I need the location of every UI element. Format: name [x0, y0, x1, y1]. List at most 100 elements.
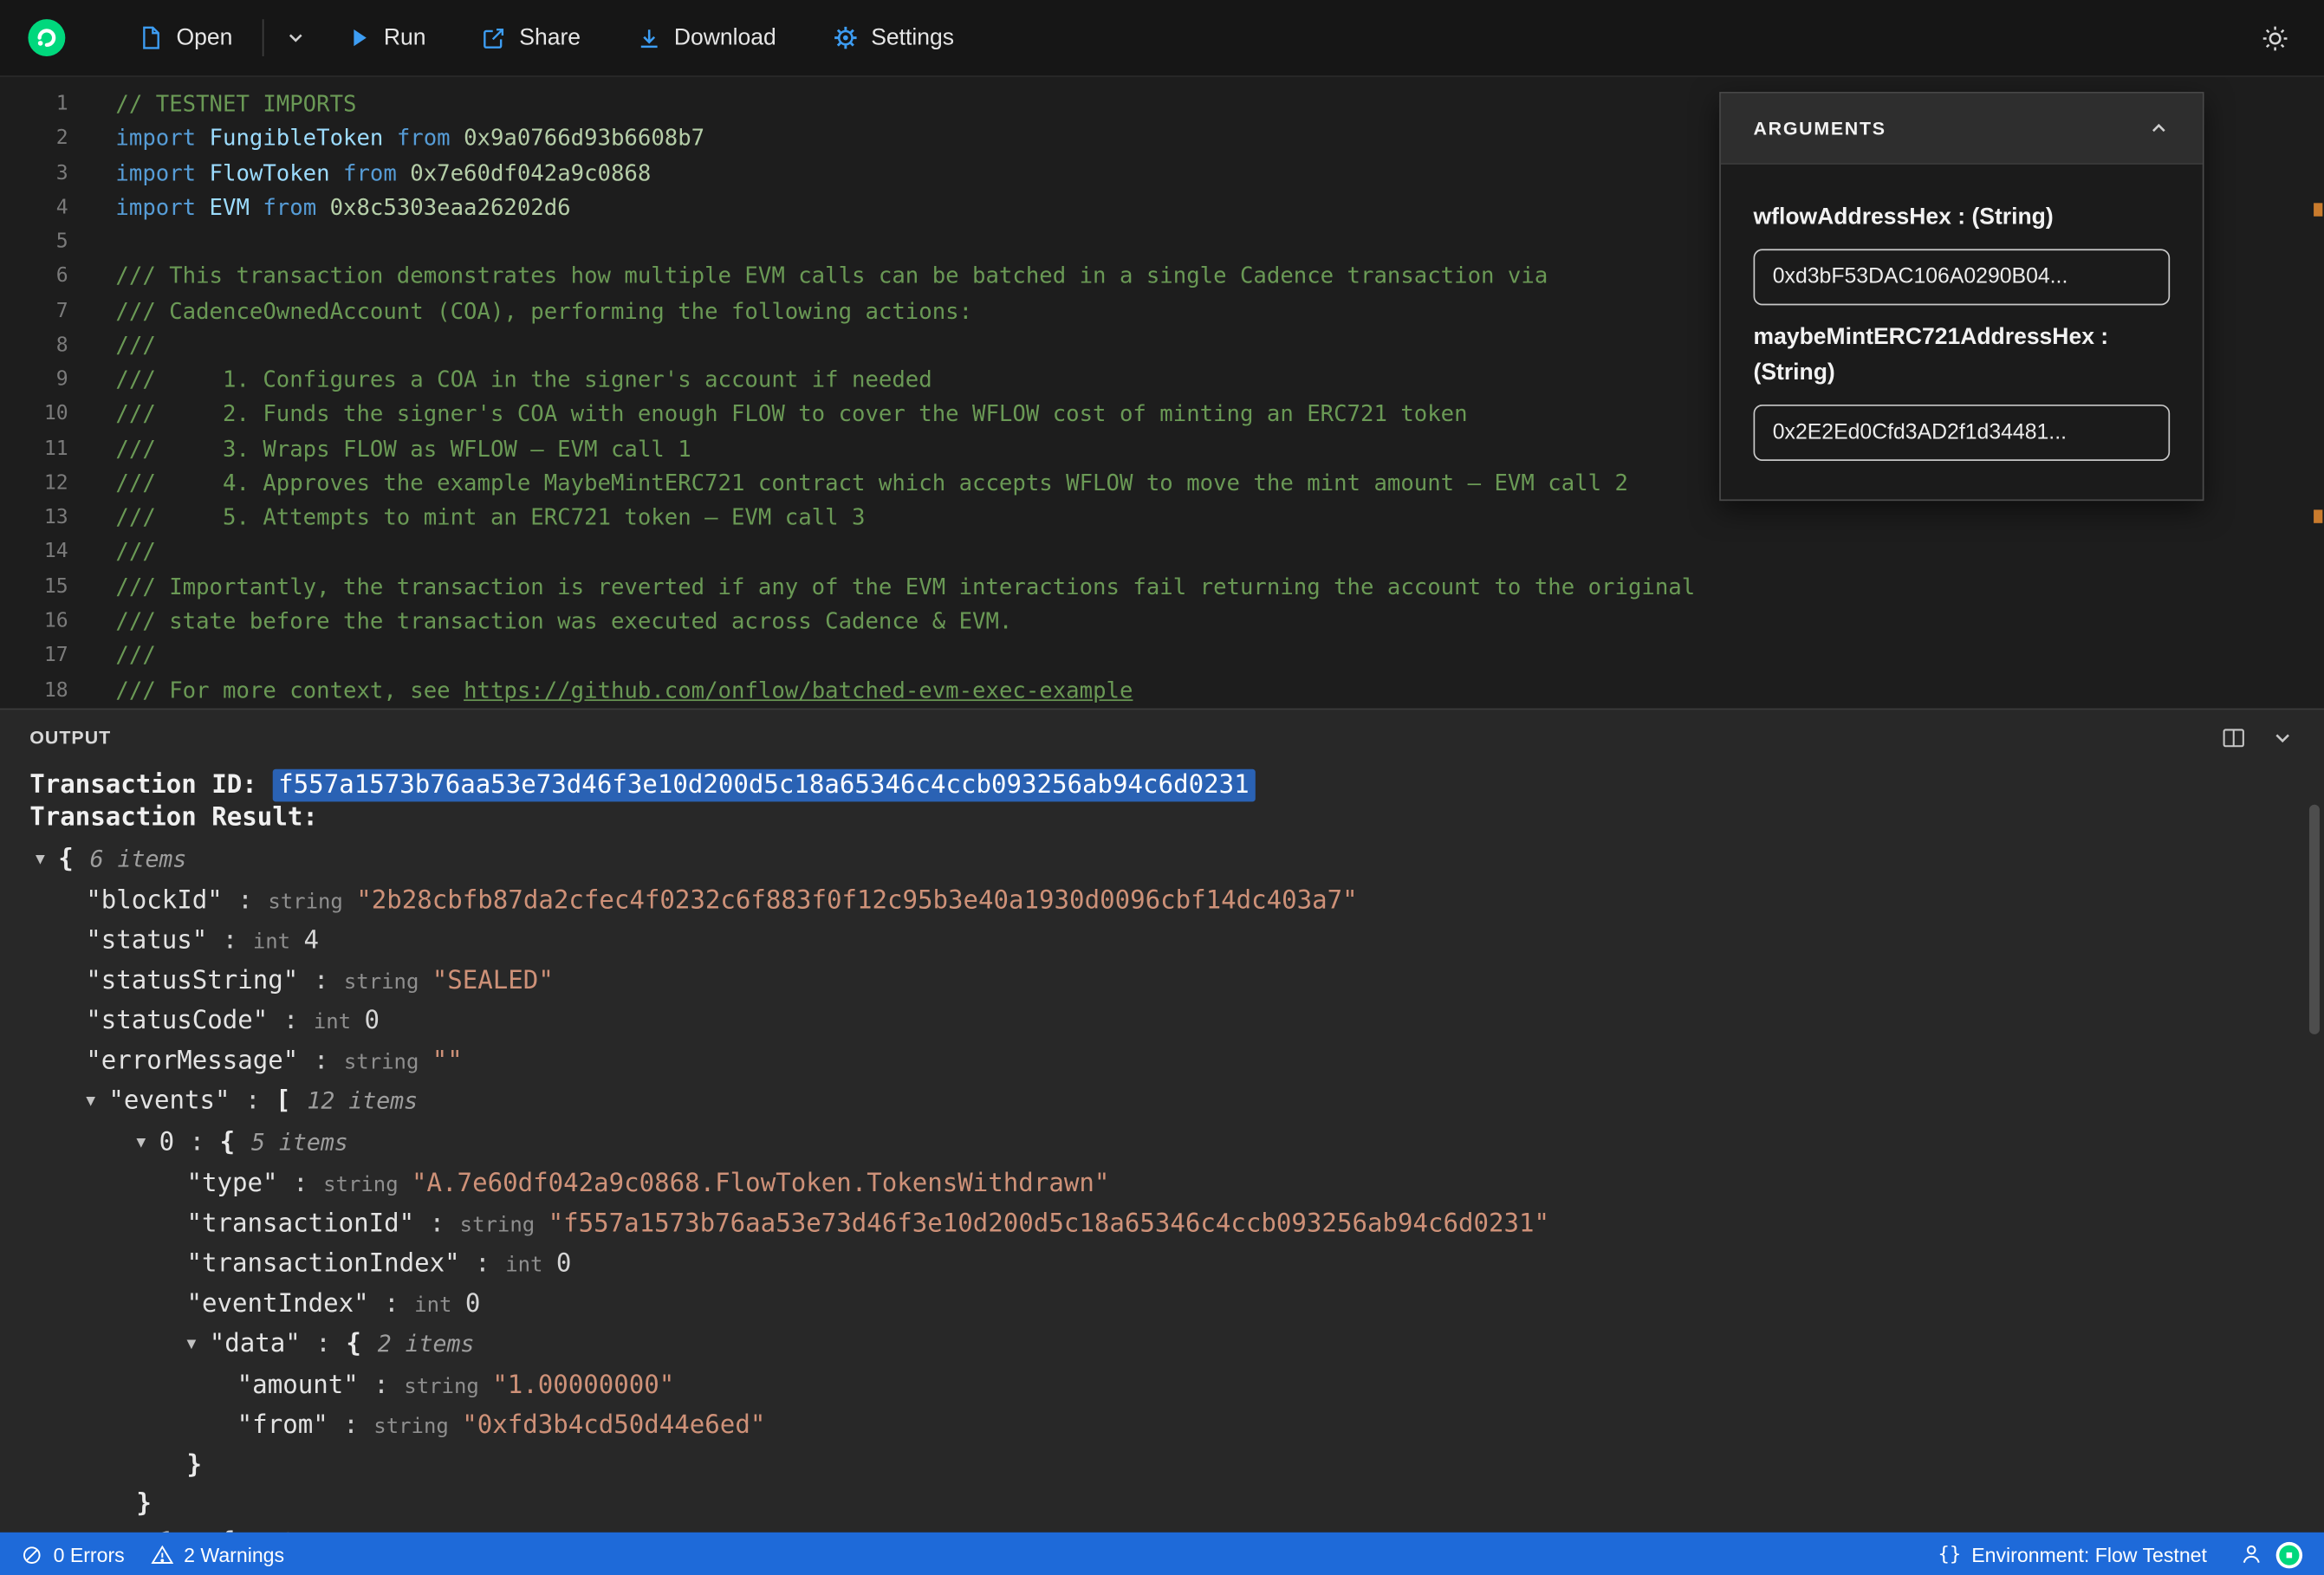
tree-type: string [268, 891, 343, 915]
transaction-id-label: Transaction ID: [29, 770, 273, 800]
tree-toggle-icon[interactable]: ▼ [36, 840, 45, 878]
warnings-count-label: 2 Warnings [184, 1543, 285, 1566]
code-line: 17 /// [0, 639, 2324, 674]
tree-str: "1.00000000" [492, 1371, 675, 1401]
tree-key: "eventIndex" [186, 1289, 369, 1319]
code-line: 18 /// For more context, see https://gith… [0, 673, 2324, 708]
code-token: 0x9a0766d93b6608b7 [464, 125, 705, 152]
share-icon [483, 26, 506, 49]
environment-status[interactable]: {} Environment: Flow Testnet [1938, 1543, 2207, 1565]
tree-str: "SEALED" [432, 966, 554, 996]
code-token: import [115, 125, 197, 152]
tree-toggle-icon[interactable]: ▼ [136, 1124, 146, 1162]
code-text: /// This transaction demonstrates how mu… [68, 260, 1548, 295]
output-panel: OUTPUT Transaction ID: f557a1573b76aa53e… [0, 708, 2324, 1533]
arguments-panel-header[interactable]: ARGUMENTS [1720, 93, 2203, 165]
argument-input[interactable] [1753, 249, 2171, 306]
code-line: 15 /// Importantly, the transaction is re… [0, 570, 2324, 605]
theme-toggle-button[interactable] [2259, 18, 2292, 56]
line-number: 17 [43, 643, 68, 668]
tree-colon: : [358, 1371, 405, 1401]
flow-logo-icon[interactable] [27, 18, 67, 58]
collapse-output-chevron-icon[interactable] [2270, 726, 2294, 749]
code-line: 16 /// state before the transaction was e… [0, 605, 2324, 639]
line-number: 7 [55, 298, 68, 323]
code-text: /// [68, 639, 155, 674]
warnings-status[interactable]: 2 Warnings [151, 1543, 284, 1565]
download-button[interactable]: Download [634, 18, 780, 56]
feedback-person-icon[interactable] [2240, 1543, 2263, 1566]
run-button[interactable]: Run [345, 18, 429, 56]
tree-key: "blockId" [86, 885, 223, 917]
tree-type: string [343, 970, 419, 995]
share-button[interactable]: Share [479, 18, 583, 56]
line-number: 18 [43, 677, 68, 702]
tree-type: string [343, 1050, 419, 1075]
code-text: import FungibleToken from 0x9a0766d93b66… [68, 122, 704, 157]
output-body[interactable]: Transaction ID: f557a1573b76aa53e73d46f3… [0, 766, 2324, 1533]
code-token: /// [115, 538, 156, 566]
code-token: /// 1. Configures a COA in the signer's … [115, 366, 932, 393]
tree-key: "amount" [237, 1371, 359, 1401]
argument-input[interactable] [1753, 404, 2171, 461]
json-tree-row: } [0, 1485, 2324, 1523]
tree-type: int [414, 1293, 452, 1318]
tree-toggle-icon[interactable]: ▼ [136, 1523, 146, 1532]
output-scrollbar-thumb[interactable] [2308, 804, 2320, 1034]
overview-warning-mark [2314, 509, 2323, 523]
code-token: from [396, 125, 451, 152]
tree-str: "0xfd3b4cd50d44e6ed" [462, 1410, 766, 1441]
download-button-label: Download [673, 24, 776, 50]
line-number: 9 [55, 367, 68, 392]
code-token: // TESTNET IMPORTS [115, 90, 357, 118]
code-link[interactable]: https://github.com/onflow/batched-evm-ex… [464, 677, 1133, 703]
tree-brace: { [219, 1127, 236, 1157]
json-tree-row: "type" : string "A.7e60df042a9c0868.FlowT… [0, 1164, 2324, 1204]
error-circle-slash-icon [21, 1543, 43, 1565]
chevron-up-icon[interactable] [2148, 117, 2171, 139]
code-token: /// 2. Funds the signer's COA with enoug… [115, 400, 1468, 428]
json-tree: ▼ {6 items "blockId" : string "2b28cbfb87da… [0, 840, 2324, 1533]
open-dropdown-button[interactable] [282, 21, 309, 55]
code-token: FlowToken [209, 159, 330, 186]
tree-brace: { [346, 1329, 361, 1359]
open-button-label: Open [176, 24, 233, 50]
tree-colon: : [222, 885, 269, 917]
json-tree-row: "errorMessage" : string "" [0, 1041, 2324, 1081]
tree-items: 5 items [251, 1129, 348, 1157]
json-tree-row: "statusString" : string "SEALED" [0, 962, 2324, 1001]
code-token: /// For more context, see [115, 676, 464, 703]
settings-button[interactable]: Settings [829, 18, 957, 56]
flow-network-logo-icon[interactable] [2275, 1540, 2303, 1568]
app-viewport: Open Run Share Download Settings 1 // TE… [0, 0, 2324, 1575]
code-editor[interactable]: 1// TESTNET IMPORTS 2 import FungibleToken… [0, 76, 2324, 709]
play-icon [348, 27, 371, 49]
open-button[interactable]: Open [135, 18, 236, 56]
transaction-id-value: f557a1573b76aa53e73d46f3e10d200d5c18a653… [272, 768, 1256, 802]
tree-colon: : [298, 1046, 344, 1076]
code-token: 0x7e60df042a9c0868 [410, 159, 652, 186]
json-tree-row: "status" : int 4 [0, 922, 2324, 962]
errors-status[interactable]: 0 Errors [21, 1543, 125, 1565]
split-view-icon[interactable] [2222, 726, 2245, 749]
argument-label: wflowAddressHex : (String) [1753, 204, 2054, 230]
tree-brace: } [186, 1450, 203, 1481]
code-token: /// 3. Wraps FLOW as WFLOW — EVM call 1 [115, 435, 691, 463]
tree-toggle-icon[interactable]: ▼ [187, 1325, 197, 1363]
tree-brace: } [136, 1489, 152, 1520]
code-text: /// CadenceOwnedAccount (COA), performin… [68, 295, 972, 329]
tree-toggle-icon[interactable]: ▼ [86, 1082, 95, 1120]
run-button-label: Run [383, 24, 426, 50]
tree-type: string [323, 1173, 399, 1198]
tree-brace: { [58, 844, 74, 875]
line-number: 16 [43, 608, 68, 633]
line-number: 6 [55, 264, 68, 288]
tree-numv: 0 [464, 1289, 481, 1319]
tree-colon: : [277, 1169, 324, 1199]
tree-brace: [ [276, 1086, 291, 1117]
json-tree-row: "eventIndex" : int 0 [0, 1285, 2324, 1325]
